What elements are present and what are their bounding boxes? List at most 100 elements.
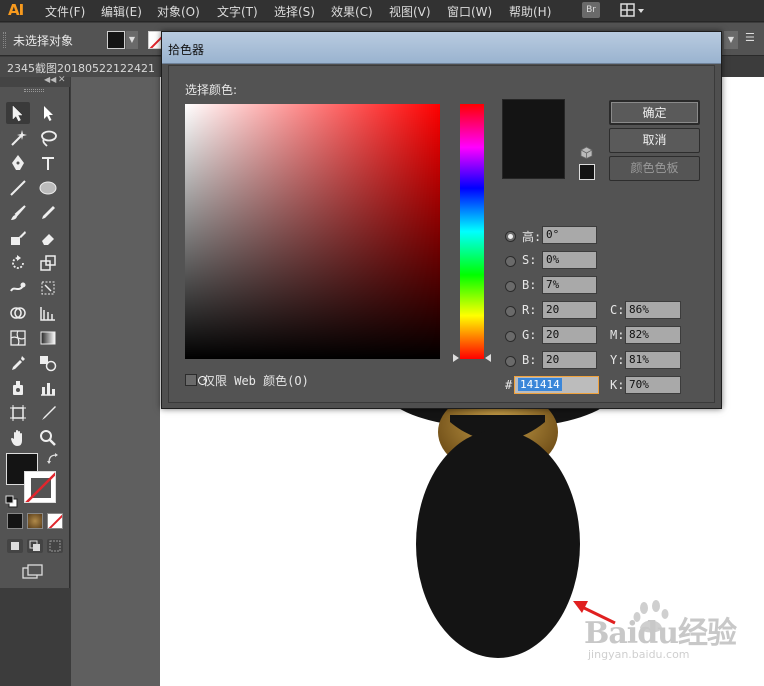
tools-grip[interactable] bbox=[24, 89, 44, 92]
document-tab[interactable]: 2345截图20180522122421 bbox=[0, 57, 170, 77]
watermark: Baidu经验 jingyan.baidu.com bbox=[584, 598, 744, 678]
yellow-input[interactable]: 81% bbox=[625, 351, 681, 369]
paintbrush-tool-icon[interactable] bbox=[6, 202, 30, 224]
artboard-tool-icon[interactable] bbox=[6, 402, 30, 424]
magenta-input[interactable]: 82% bbox=[625, 326, 681, 344]
green-label: G: bbox=[522, 328, 537, 342]
menu-help[interactable]: 帮助(H) bbox=[509, 3, 551, 20]
control-dropdown-icon[interactable]: ▼ bbox=[724, 31, 738, 49]
menu-select[interactable]: 选择(S) bbox=[274, 3, 315, 20]
blue-input[interactable]: 20 bbox=[542, 351, 597, 369]
hue-slider-right-arrow-icon[interactable] bbox=[485, 354, 491, 362]
dialog-body: 选择颜色: 确定 取消 颜色色板 高: 0° S: 0% B: 7% R: 20… bbox=[168, 65, 715, 403]
draw-inside-icon[interactable] bbox=[47, 539, 63, 553]
scale-tool-icon[interactable] bbox=[36, 252, 60, 274]
color-swatches-button[interactable]: 颜色色板 bbox=[609, 156, 700, 181]
black-input[interactable]: 70% bbox=[625, 376, 681, 394]
brightness-radio[interactable] bbox=[505, 281, 516, 292]
menu-effect[interactable]: 效果(C) bbox=[331, 3, 373, 20]
close-icon[interactable]: ✕ bbox=[58, 75, 66, 85]
dialog-titlebar[interactable]: 拾色器 bbox=[162, 32, 721, 64]
saturation-input[interactable]: 0% bbox=[542, 251, 597, 269]
watermark-url: jingyan.baidu.com bbox=[588, 648, 690, 661]
blend-tool-icon[interactable] bbox=[36, 352, 60, 374]
lasso-tool-icon[interactable] bbox=[36, 127, 60, 149]
draw-normal-icon[interactable] bbox=[7, 539, 23, 553]
default-colors-icon[interactable] bbox=[5, 495, 19, 509]
blob-brush-tool-icon[interactable] bbox=[6, 227, 30, 249]
hue-slider[interactable] bbox=[460, 104, 484, 359]
fill-color-swatch[interactable] bbox=[107, 31, 125, 49]
symbol-sprayer-tool-icon[interactable] bbox=[6, 377, 30, 399]
draw-behind-icon[interactable] bbox=[27, 539, 43, 553]
ellipse-tool-icon[interactable] bbox=[36, 177, 60, 199]
web-only-checkbox[interactable] bbox=[185, 374, 197, 386]
dialog-title: 拾色器 bbox=[168, 43, 205, 57]
gradient-mode-button[interactable] bbox=[27, 513, 43, 529]
swap-colors-icon[interactable] bbox=[46, 452, 60, 466]
workspace-switcher-icon[interactable] bbox=[620, 2, 648, 19]
screen-mode-icon[interactable] bbox=[21, 564, 45, 580]
warp-tool-icon[interactable] bbox=[6, 277, 30, 299]
ok-button[interactable]: 确定 bbox=[609, 100, 700, 125]
column-graph-tool-icon[interactable] bbox=[36, 377, 60, 399]
blue-radio[interactable] bbox=[505, 356, 516, 367]
hue-input[interactable]: 0° bbox=[542, 226, 597, 244]
selection-status: 未选择对象 bbox=[13, 34, 74, 48]
color-mode-button[interactable] bbox=[7, 513, 23, 529]
panel-menu-icon[interactable]: ☰ bbox=[745, 31, 759, 49]
bridge-button[interactable]: Br bbox=[582, 2, 600, 18]
slice-tool-icon[interactable] bbox=[36, 402, 60, 424]
body-ellipse bbox=[416, 430, 580, 658]
magenta-label: M: bbox=[610, 328, 625, 342]
type-tool-icon[interactable] bbox=[36, 152, 60, 174]
brightness-input[interactable]: 7% bbox=[542, 276, 597, 294]
shape-builder-tool-icon[interactable] bbox=[6, 302, 30, 324]
brightness-label: B: bbox=[522, 278, 537, 292]
cyan-input[interactable]: 86% bbox=[625, 301, 681, 319]
gradient-tool-icon[interactable] bbox=[36, 327, 60, 349]
hex-value-selection: 141414 bbox=[518, 378, 562, 391]
tools-panel: ◀◀ ✕ bbox=[0, 75, 70, 588]
stroke-color-box[interactable] bbox=[24, 471, 56, 503]
cancel-button[interactable]: 取消 bbox=[609, 128, 700, 153]
rotate-tool-icon[interactable] bbox=[6, 252, 30, 274]
menu-object[interactable]: 对象(O) bbox=[157, 3, 200, 20]
mesh-tool-icon[interactable] bbox=[6, 327, 30, 349]
eraser-tool-icon[interactable] bbox=[36, 227, 60, 249]
control-bar-grip[interactable] bbox=[3, 32, 6, 48]
green-input[interactable]: 20 bbox=[542, 326, 597, 344]
zoom-tool-icon[interactable] bbox=[36, 427, 60, 449]
fill-dropdown-icon[interactable]: ▼ bbox=[126, 31, 138, 49]
menu-view[interactable]: 视图(V) bbox=[389, 3, 431, 20]
menu-edit[interactable]: 编辑(E) bbox=[101, 3, 142, 20]
hand-tool-icon[interactable] bbox=[6, 427, 30, 449]
pen-tool-icon[interactable] bbox=[6, 152, 30, 174]
hue-slider-left-arrow-icon[interactable] bbox=[453, 354, 459, 362]
hex-input[interactable]: 141414 bbox=[514, 376, 599, 394]
menu-file[interactable]: 文件(F) bbox=[45, 3, 85, 20]
hue-radio[interactable] bbox=[505, 231, 516, 242]
red-radio[interactable] bbox=[505, 306, 516, 317]
web-safe-swatch[interactable] bbox=[579, 164, 595, 180]
free-transform-tool-icon[interactable] bbox=[36, 277, 60, 299]
direct-selection-tool-icon[interactable] bbox=[36, 102, 60, 124]
saturation-radio[interactable] bbox=[505, 256, 516, 267]
yellow-label: Y: bbox=[610, 353, 625, 367]
color-field[interactable] bbox=[185, 104, 440, 385]
selection-tool-icon[interactable] bbox=[6, 102, 30, 124]
eyedropper-tool-icon[interactable] bbox=[6, 352, 30, 374]
collapse-icon[interactable]: ◀◀ bbox=[44, 75, 56, 84]
none-mode-button[interactable] bbox=[47, 513, 63, 529]
green-radio[interactable] bbox=[505, 331, 516, 342]
tools-panel-header[interactable]: ◀◀ ✕ bbox=[0, 75, 70, 87]
saturation-label: S: bbox=[522, 253, 537, 267]
perspective-grid-tool-icon[interactable] bbox=[36, 302, 60, 324]
web-safe-cube-icon[interactable] bbox=[580, 146, 593, 159]
red-input[interactable]: 20 bbox=[542, 301, 597, 319]
menu-window[interactable]: 窗口(W) bbox=[447, 3, 492, 20]
menu-type[interactable]: 文字(T) bbox=[217, 3, 258, 20]
line-tool-icon[interactable] bbox=[6, 177, 30, 199]
magic-wand-tool-icon[interactable] bbox=[6, 127, 30, 149]
pencil-tool-icon[interactable] bbox=[36, 202, 60, 224]
